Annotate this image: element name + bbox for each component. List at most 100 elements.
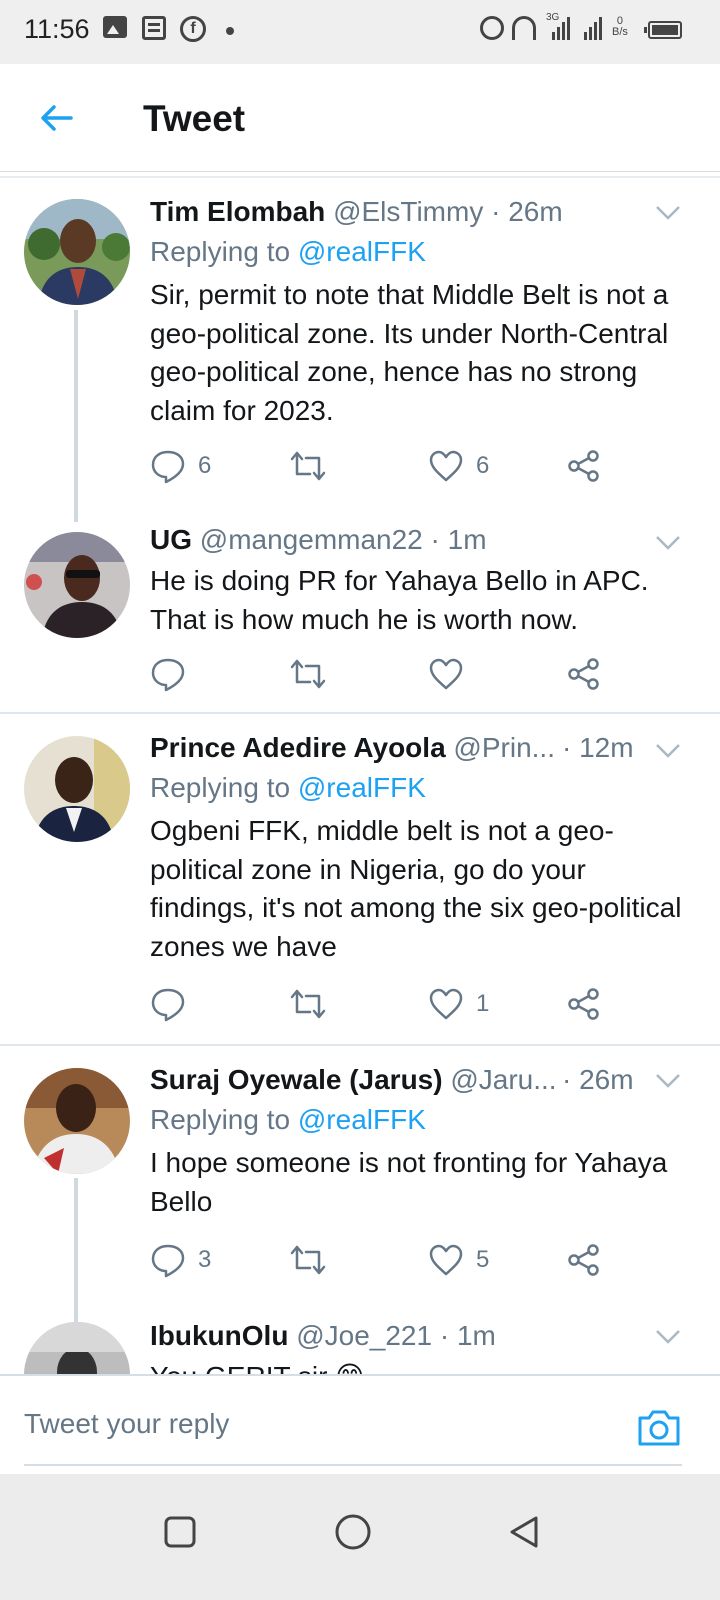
status-time: 11:56 — [24, 14, 90, 44]
like-count: 5 — [476, 1246, 490, 1273]
share-icon — [568, 658, 599, 690]
tweet-header: IbukunOlu @Joe_221 · 1m — [150, 1320, 496, 1352]
author-handle: @ElsTimmy — [333, 196, 484, 227]
share-button[interactable] — [566, 654, 602, 694]
reply-input[interactable]: Tweet your reply — [24, 1408, 229, 1440]
share-button[interactable] — [566, 1240, 602, 1280]
thread-line — [74, 310, 78, 522]
author-name[interactable]: Tim Elombah — [150, 196, 325, 227]
tweet-actions: 1 — [150, 984, 650, 1024]
like-button[interactable] — [428, 654, 476, 694]
heart-icon — [429, 658, 463, 690]
tweet-item[interactable]: IbukunOlu @Joe_221 · 1m You GERIT sir 😊 — [0, 1320, 720, 1374]
tweet-text: He is doing PR for Yahaya Bello in APC. … — [150, 565, 649, 635]
chevron-down-icon[interactable] — [654, 198, 682, 226]
speech-bubble-icon — [151, 658, 185, 692]
like-button[interactable]: 5 — [428, 1240, 489, 1280]
author-name[interactable]: UG — [150, 524, 192, 555]
heart-icon — [429, 988, 463, 1020]
replying-to: Replying to @realFFK — [150, 236, 426, 267]
avatar[interactable] — [24, 1322, 130, 1374]
mention-link[interactable]: @realFFK — [298, 236, 426, 267]
arrow-left-icon — [41, 105, 73, 131]
battery-icon — [644, 21, 682, 39]
chevron-down-icon[interactable] — [654, 528, 682, 556]
author-handle: @Prin... — [453, 732, 555, 763]
thread-line — [74, 1178, 78, 1338]
tweet-header: UG @mangemman22 · 1m — [150, 524, 487, 556]
net-speed: 0 B/s — [612, 15, 628, 38]
share-button[interactable] — [566, 984, 602, 1024]
chevron-down-icon[interactable] — [654, 1066, 682, 1094]
author-name[interactable]: IbukunOlu — [150, 1320, 288, 1351]
home-button[interactable] — [323, 1502, 383, 1562]
retweet-icon — [290, 989, 326, 1019]
tweet-item[interactable]: Suraj Oyewale (Jarus) @Jaru... · 26m Rep… — [0, 1046, 720, 1338]
tweet-actions — [150, 654, 650, 694]
like-button[interactable]: 1 — [428, 984, 489, 1024]
tweet-header: Tim Elombah @ElsTimmy · 26m — [150, 196, 563, 228]
status-bar: 11:56 f 3G 0 B/s — [0, 0, 720, 64]
replying-to: Replying to @realFFK — [150, 772, 426, 803]
author-name[interactable]: Suraj Oyewale (Jarus) — [150, 1064, 443, 1095]
avatar[interactable] — [24, 199, 130, 305]
avatar[interactable] — [24, 1068, 130, 1174]
triangle-back-icon — [510, 1516, 538, 1548]
speech-bubble-icon — [151, 1244, 185, 1278]
reply-composer: Tweet your reply — [0, 1374, 720, 1474]
tweet-item[interactable]: Prince Adedire Ayoola @Prin... · 12m Rep… — [0, 714, 720, 1046]
like-button[interactable]: 6 — [428, 446, 489, 486]
reply-button[interactable]: 6 — [150, 446, 211, 486]
tweet-time: · 26m — [491, 196, 563, 227]
page-title: Tweet — [143, 98, 246, 139]
recents-button[interactable] — [150, 1502, 210, 1562]
square-icon — [164, 1516, 196, 1548]
headphones-icon — [512, 16, 536, 40]
author-handle: @mangemman22 — [199, 524, 423, 555]
avatar[interactable] — [24, 532, 130, 638]
alarm-icon — [480, 16, 504, 40]
retweet-button[interactable] — [288, 1240, 328, 1280]
share-icon — [568, 1244, 599, 1276]
facebook-icon: f — [180, 16, 206, 42]
author-handle: @Joe_221 — [296, 1320, 433, 1351]
retweet-button[interactable] — [288, 984, 328, 1024]
author-handle: @Jaru... — [450, 1064, 557, 1095]
tweet-text: You GERIT sir 😊 — [150, 1358, 695, 1374]
avatar[interactable] — [24, 736, 130, 842]
reply-button[interactable] — [150, 984, 198, 1024]
tweet-actions: 6 6 — [150, 446, 650, 486]
chevron-down-icon[interactable] — [654, 1322, 682, 1350]
retweet-button[interactable] — [288, 446, 328, 486]
tweet-header: Suraj Oyewale (Jarus) @Jaru... — [150, 1064, 557, 1096]
share-button[interactable] — [566, 446, 602, 486]
share-icon — [568, 988, 599, 1020]
retweet-button[interactable] — [288, 654, 328, 694]
camera-button[interactable] — [636, 1404, 682, 1450]
mention-link[interactable]: @realFFK — [298, 1104, 426, 1135]
reply-button[interactable]: 3 — [150, 1240, 211, 1280]
author-name[interactable]: Prince Adedire Ayoola — [150, 732, 446, 763]
tweet-item[interactable]: Tim Elombah @ElsTimmy · 26m Replying to … — [0, 178, 720, 522]
app-header: Tweet — [0, 64, 720, 172]
tweet-item[interactable]: UG @mangemman22 · 1m He is doing PR for … — [0, 510, 720, 714]
signal-icon — [552, 16, 570, 40]
reply-input-underline — [24, 1464, 682, 1466]
speech-bubble-icon — [151, 988, 185, 1022]
retweet-icon — [290, 1245, 326, 1275]
chevron-down-icon[interactable] — [654, 736, 682, 764]
speech-bubble-icon — [151, 450, 185, 484]
like-count: 6 — [476, 452, 490, 479]
tweet-time: · 1m — [439, 1320, 496, 1351]
tweet-header: Prince Adedire Ayoola @Prin... — [150, 732, 555, 764]
back-nav-button[interactable] — [494, 1502, 554, 1562]
tweet-text: Sir, permit to note that Middle Belt is … — [150, 279, 669, 426]
news-icon — [142, 16, 166, 40]
tweet-time: · 1m — [430, 524, 487, 555]
share-icon — [568, 450, 599, 482]
reply-button[interactable] — [150, 654, 198, 694]
heart-icon — [429, 450, 463, 482]
mention-link[interactable]: @realFFK — [298, 772, 426, 803]
back-button[interactable] — [32, 94, 80, 142]
reply-feed[interactable]: Tim Elombah @ElsTimmy · 26m Replying to … — [0, 178, 720, 1374]
